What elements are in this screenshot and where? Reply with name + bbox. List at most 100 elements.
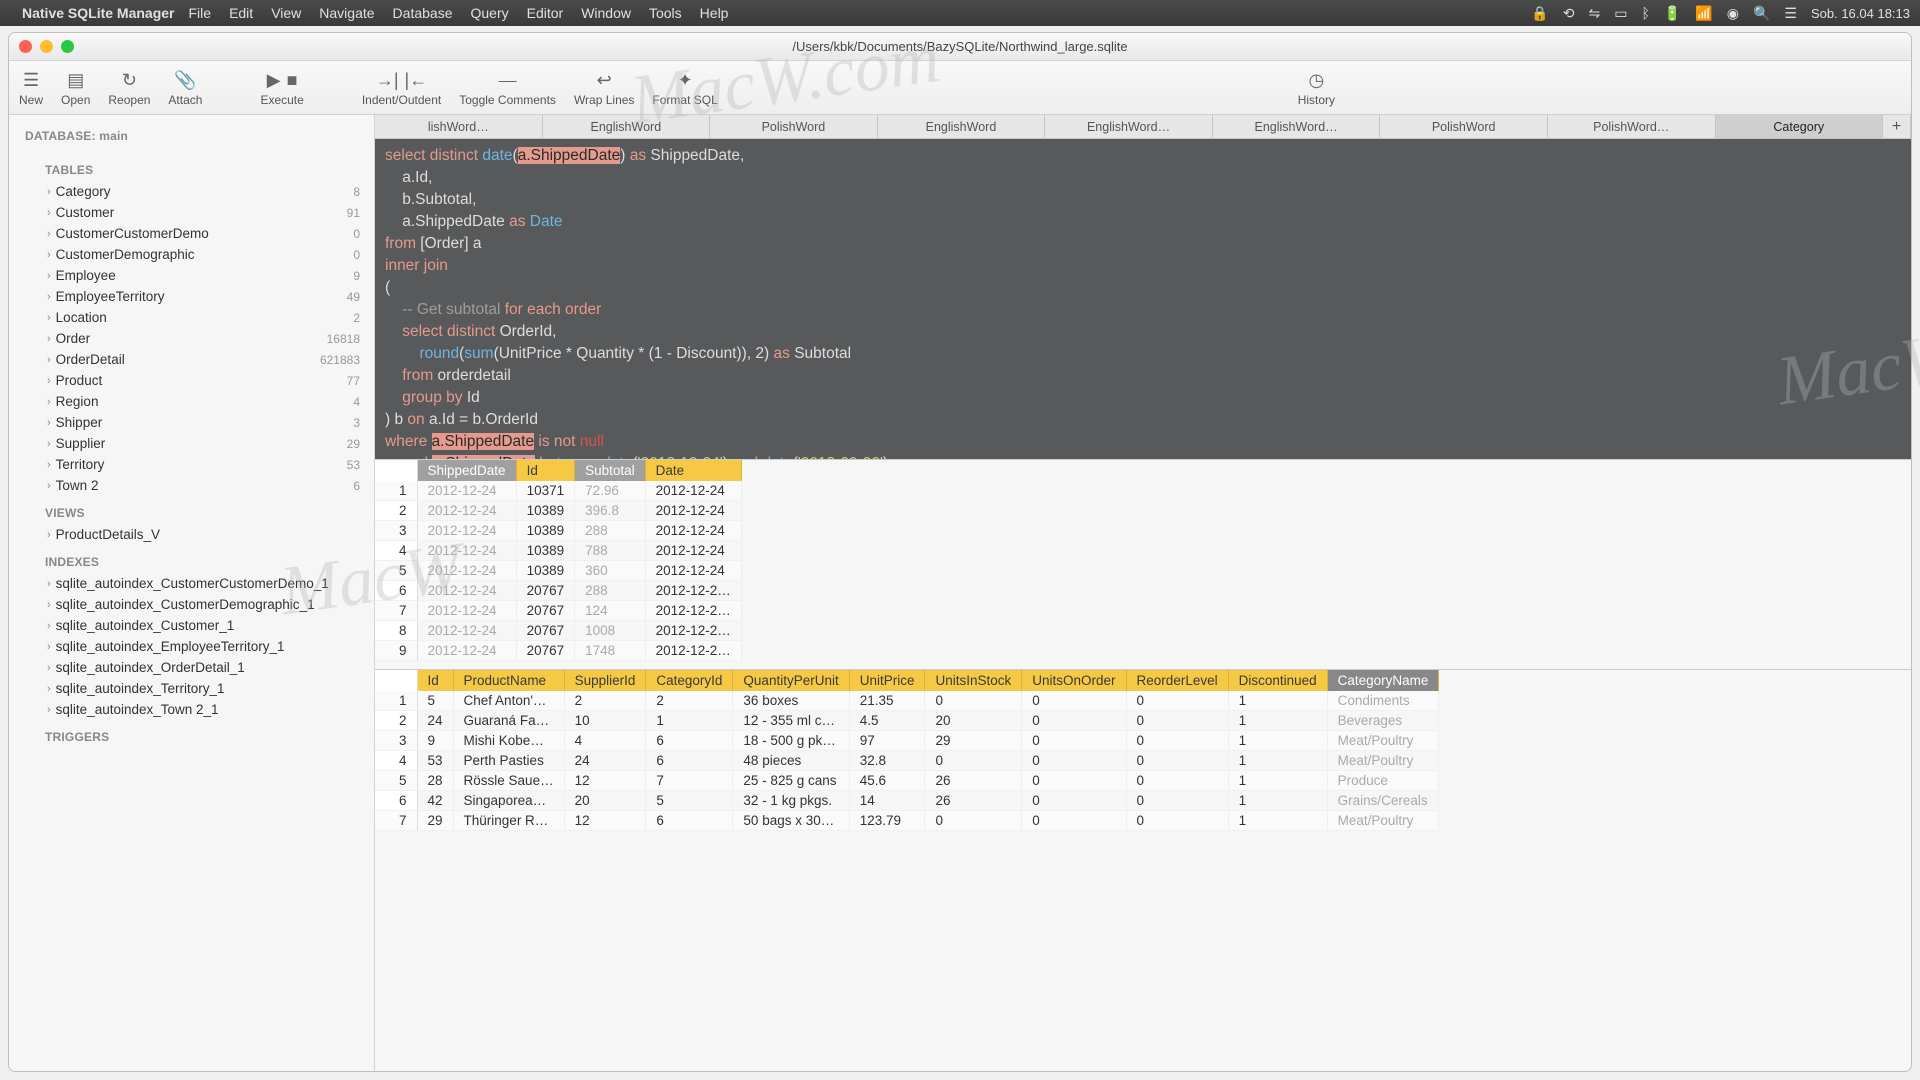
table-row[interactable]: 42012-12-24103897882012-12-24 bbox=[375, 541, 741, 561]
table-row[interactable]: 453Perth Pasties24648 pieces32.80001Meat… bbox=[375, 751, 1439, 771]
tab-4[interactable]: EnglishWord… bbox=[1045, 115, 1213, 138]
sidebar-item[interactable]: ›OrderDetail621883 bbox=[9, 349, 374, 370]
table-row[interactable]: 52012-12-24103893602012-12-24 bbox=[375, 561, 741, 581]
menu-editor[interactable]: Editor bbox=[527, 5, 564, 21]
sync-off-icon[interactable]: ⇋ bbox=[1589, 5, 1601, 22]
menu-window[interactable]: Window bbox=[581, 5, 631, 21]
row-count: 0 bbox=[353, 248, 360, 262]
timemachine-icon[interactable]: ⟲ bbox=[1563, 5, 1575, 22]
spotlight-icon[interactable]: 🔍 bbox=[1753, 5, 1770, 22]
indent-icon: →||← bbox=[376, 69, 427, 93]
table-row[interactable]: 82012-12-242076710082012-12-2… bbox=[375, 621, 741, 641]
menu-query[interactable]: Query bbox=[470, 5, 508, 21]
battery-icon[interactable]: 🔋 bbox=[1664, 5, 1681, 22]
sidebar-item[interactable]: ›sqlite_autoindex_CustomerCustomerDemo_1 bbox=[9, 573, 374, 594]
table-row[interactable]: 32012-12-24103892882012-12-24 bbox=[375, 521, 741, 541]
sidebar-item[interactable]: ›Product77 bbox=[9, 370, 374, 391]
table-row[interactable]: 39Mishi Kobe…4618 - 500 g pk…9729001Meat… bbox=[375, 731, 1439, 751]
open-button[interactable]: ▤Open bbox=[61, 69, 90, 107]
sidebar-item[interactable]: ›EmployeeTerritory49 bbox=[9, 286, 374, 307]
tab-1[interactable]: EnglishWord bbox=[543, 115, 711, 138]
sidebar-item-label: Town 2 bbox=[56, 478, 99, 493]
menubar-clock[interactable]: Sob. 16.04 18:13 bbox=[1811, 6, 1910, 21]
result-grid-1[interactable]: ShippedDateIdSubtotalDate12012-12-241037… bbox=[375, 459, 1911, 669]
toggle-comments-button[interactable]: ⎯⎯Toggle Comments bbox=[459, 69, 556, 107]
menu-file[interactable]: File bbox=[189, 5, 212, 21]
zoom-button[interactable] bbox=[61, 40, 74, 53]
tab-5[interactable]: EnglishWord… bbox=[1213, 115, 1381, 138]
chevron-right-icon: › bbox=[47, 459, 51, 471]
wifi-icon[interactable]: 📶 bbox=[1695, 5, 1712, 22]
tab-2[interactable]: PolishWord bbox=[710, 115, 878, 138]
bluetooth-icon[interactable]: ᛒ bbox=[1641, 5, 1649, 21]
table-row[interactable]: 12012-12-241037172.962012-12-24 bbox=[375, 481, 741, 501]
menu-help[interactable]: Help bbox=[700, 5, 729, 21]
attach-button[interactable]: 📎Attach bbox=[168, 69, 202, 107]
table-row[interactable]: 15Chef Anton'…2236 boxes21.350001Condime… bbox=[375, 691, 1439, 711]
lock-icon[interactable]: 🔒 bbox=[1531, 5, 1548, 22]
menu-edit[interactable]: Edit bbox=[229, 5, 253, 21]
menu-database[interactable]: Database bbox=[393, 5, 453, 21]
sidebar-item[interactable]: ›Town 26 bbox=[9, 475, 374, 496]
sidebar-item-label: Location bbox=[56, 310, 107, 325]
sidebar-item-label: sqlite_autoindex_Customer_1 bbox=[56, 618, 235, 633]
table-row[interactable]: 528Rössle Saue…12725 - 825 g cans45.6260… bbox=[375, 771, 1439, 791]
sidebar-item[interactable]: ›CustomerDemographic0 bbox=[9, 244, 374, 265]
tab-3[interactable]: EnglishWord bbox=[878, 115, 1046, 138]
sidebar-item[interactable]: ›Order16818 bbox=[9, 328, 374, 349]
table-row[interactable]: 729Thüringer R…12650 bags x 30…123.79000… bbox=[375, 811, 1439, 831]
minimize-button[interactable] bbox=[40, 40, 53, 53]
sidebar-item[interactable]: ›Location2 bbox=[9, 307, 374, 328]
menu-tools[interactable]: Tools bbox=[649, 5, 682, 21]
table-row[interactable]: 72012-12-24207671242012-12-2… bbox=[375, 601, 741, 621]
sidebar-item[interactable]: ›Shipper3 bbox=[9, 412, 374, 433]
tab-8[interactable]: Category bbox=[1716, 115, 1884, 138]
sidebar-item[interactable]: ›sqlite_autoindex_OrderDetail_1 bbox=[9, 657, 374, 678]
sidebar-item[interactable]: ›Category8 bbox=[9, 181, 374, 202]
control-center-icon[interactable]: ☰ bbox=[1784, 5, 1797, 22]
sidebar-item[interactable]: ›ProductDetails_V bbox=[9, 524, 374, 545]
table-row[interactable]: 22012-12-2410389396.82012-12-24 bbox=[375, 501, 741, 521]
sidebar-item[interactable]: ›sqlite_autoindex_EmployeeTerritory_1 bbox=[9, 636, 374, 657]
sidebar[interactable]: DATABASE: main TABLES ›Category8›Custome… bbox=[9, 115, 375, 1071]
sidebar-item[interactable]: ›sqlite_autoindex_CustomerDemographic_1 bbox=[9, 594, 374, 615]
menubar: Native SQLite Manager File Edit View Nav… bbox=[0, 0, 1920, 26]
display-icon[interactable]: ▭ bbox=[1614, 5, 1627, 22]
app-name[interactable]: Native SQLite Manager bbox=[22, 5, 175, 21]
sidebar-item[interactable]: ›Employee9 bbox=[9, 265, 374, 286]
table-row[interactable]: 62012-12-24207672882012-12-2… bbox=[375, 581, 741, 601]
sidebar-item[interactable]: ›Customer91 bbox=[9, 202, 374, 223]
result-grid-2[interactable]: IdProductNameSupplierIdCategoryIdQuantit… bbox=[375, 669, 1911, 1071]
sidebar-item[interactable]: ›sqlite_autoindex_Customer_1 bbox=[9, 615, 374, 636]
new-button[interactable]: ☰New bbox=[19, 69, 43, 107]
wrap-lines-button[interactable]: ↩Wrap Lines bbox=[574, 69, 634, 107]
table-row[interactable]: 224Guaraná Fa…10112 - 355 ml c…4.520001B… bbox=[375, 711, 1439, 731]
sql-editor[interactable]: select distinct date(a.ShippedDate) as S… bbox=[375, 139, 1911, 459]
sidebar-item[interactable]: ›Territory53 bbox=[9, 454, 374, 475]
wrap-label: Wrap Lines bbox=[574, 93, 634, 107]
history-button[interactable]: ◷History bbox=[736, 69, 1897, 107]
table-row[interactable]: 642Singaporea…20532 - 1 kg pkgs.1426001G… bbox=[375, 791, 1439, 811]
reopen-button[interactable]: ↻Reopen bbox=[108, 69, 150, 107]
tab-6[interactable]: PolishWord bbox=[1380, 115, 1548, 138]
tab-0[interactable]: lishWord… bbox=[375, 115, 543, 138]
table-row[interactable]: 92012-12-242076717482012-12-2… bbox=[375, 641, 741, 661]
format-sql-button[interactable]: ✦Format SQL bbox=[652, 69, 717, 107]
tab-add[interactable]: + bbox=[1883, 115, 1911, 138]
menu-view[interactable]: View bbox=[271, 5, 301, 21]
close-button[interactable] bbox=[19, 40, 32, 53]
sidebar-item[interactable]: ›Region4 bbox=[9, 391, 374, 412]
sidebar-item[interactable]: ›CustomerCustomerDemo0 bbox=[9, 223, 374, 244]
sidebar-item[interactable]: ›Supplier29 bbox=[9, 433, 374, 454]
sidebar-item-label: OrderDetail bbox=[56, 352, 125, 367]
sidebar-item[interactable]: ›sqlite_autoindex_Territory_1 bbox=[9, 678, 374, 699]
sidebar-item[interactable]: ›sqlite_autoindex_Town 2_1 bbox=[9, 699, 374, 720]
section-triggers: TRIGGERS bbox=[9, 720, 374, 748]
paperclip-icon: 📎 bbox=[174, 69, 196, 93]
menu-navigate[interactable]: Navigate bbox=[319, 5, 374, 21]
user-icon[interactable]: ◉ bbox=[1727, 5, 1739, 22]
tab-7[interactable]: PolishWord… bbox=[1548, 115, 1716, 138]
indent-button[interactable]: →||←Indent/Outdent bbox=[362, 69, 441, 107]
chevron-right-icon: › bbox=[47, 333, 51, 345]
execute-button[interactable]: ▶■Execute bbox=[260, 69, 303, 107]
